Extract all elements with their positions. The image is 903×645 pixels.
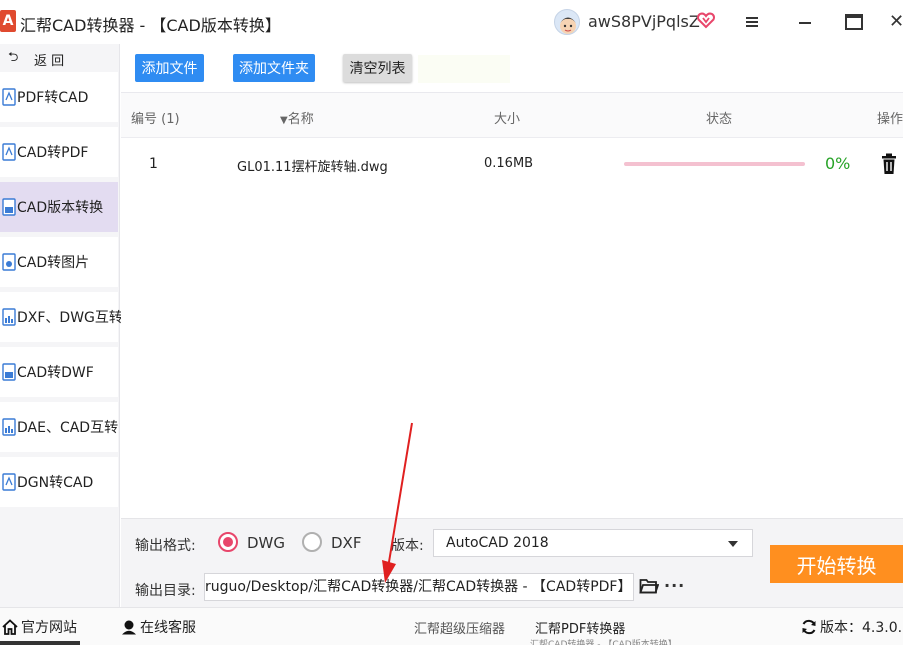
title-bar: A 汇帮CAD转换器 - 【CAD版本转换】 awS8PVjPqlsZ ✕ bbox=[0, 0, 903, 44]
official-site-label: 官方网站 bbox=[21, 620, 77, 636]
back-button[interactable]: ⮌ 返 回 bbox=[8, 48, 64, 70]
output-dir-label: 输出目录: bbox=[135, 583, 196, 599]
output-dir-field[interactable]: ruguo/Desktop/汇帮CAD转换器/汇帮CAD转换器 - 【CAD转P… bbox=[204, 573, 634, 601]
maximize-icon[interactable] bbox=[842, 10, 866, 34]
ghost-window-title: 汇帮CAD转换器 - 【CAD版本转换】 bbox=[530, 640, 677, 645]
sidebar-item-dae-cad[interactable]: DAE、CAD互转 bbox=[0, 402, 118, 452]
version-select-value: AutoCAD 2018 bbox=[446, 535, 549, 551]
cad-to-image-icon bbox=[2, 253, 16, 271]
app-logo: A bbox=[0, 10, 16, 32]
dxf-dwg-icon bbox=[2, 308, 16, 326]
output-format-label: 输出格式: bbox=[135, 538, 196, 554]
ghost-overlay bbox=[418, 55, 510, 83]
dae-cad-icon bbox=[2, 418, 16, 436]
format-option-dwg[interactable]: DWG bbox=[247, 534, 285, 552]
folder-icon[interactable] bbox=[639, 577, 659, 595]
output-dir-value: ruguo/Desktop/汇帮CAD转换器/汇帮CAD转换器 - 【CAD转P… bbox=[205, 579, 632, 595]
footer: 官方网站 在线客服 汇帮超级压缩器 汇帮PDF转换器 版本：4.3.0.0 bbox=[0, 607, 903, 645]
column-header-name[interactable]: ▼名称 bbox=[280, 108, 314, 127]
more-options-icon[interactable]: ··· bbox=[664, 576, 685, 595]
window-title: 汇帮CAD转换器 - 【CAD版本转换】 bbox=[20, 16, 281, 35]
sidebar-item-label: CAD转PDF bbox=[17, 145, 89, 161]
sort-down-icon: ▼ bbox=[280, 115, 288, 126]
version-info[interactable]: 版本：4.3.0.0 bbox=[801, 617, 903, 637]
sidebar-item-label: DXF、DWG互转 bbox=[17, 310, 123, 326]
add-folder-button[interactable]: 添加文件夹 bbox=[233, 54, 315, 82]
sidebar-item-pdf-to-cad[interactable]: PDF转CAD bbox=[0, 72, 118, 122]
sidebar-item-label: DAE、CAD互转 bbox=[17, 420, 119, 436]
sidebar-item-dgn-to-cad[interactable]: DGN转CAD bbox=[0, 457, 118, 507]
user-avatar[interactable] bbox=[554, 9, 580, 35]
version-label-footer: 版本：4.3.0.0 bbox=[820, 620, 903, 636]
taskbar-indicator bbox=[0, 641, 80, 645]
column-header-status[interactable]: 状态 bbox=[706, 108, 732, 127]
delete-icon[interactable] bbox=[879, 153, 899, 175]
add-file-button[interactable]: 添加文件 bbox=[135, 54, 204, 82]
progress-bar bbox=[624, 162, 805, 166]
column-header-index[interactable]: 编号 (1) bbox=[131, 108, 180, 127]
sidebar-item-cad-to-pdf[interactable]: CAD转PDF bbox=[0, 127, 118, 177]
menu-icon[interactable] bbox=[740, 10, 764, 34]
format-radio-dxf[interactable] bbox=[302, 532, 322, 552]
sidebar-item-label: CAD版本转换 bbox=[17, 200, 104, 216]
cad-to-pdf-icon bbox=[2, 143, 16, 161]
column-header-size[interactable]: 大小 bbox=[494, 108, 520, 127]
sidebar-item-cad-version[interactable]: CAD版本转换 bbox=[0, 182, 118, 232]
row-file-name: GL01.11摆杆旋转轴.dwg bbox=[237, 160, 388, 175]
pdf-to-cad-icon bbox=[2, 88, 16, 106]
row-index: 1 bbox=[149, 156, 158, 172]
close-icon[interactable]: ✕ bbox=[889, 10, 903, 34]
row-file-size: 0.16MB bbox=[484, 156, 534, 171]
home-icon bbox=[2, 619, 18, 635]
online-support-link[interactable]: 在线客服 bbox=[121, 617, 196, 637]
column-header-action[interactable]: 操作 bbox=[877, 108, 903, 127]
format-radio-dwg[interactable] bbox=[218, 532, 238, 552]
progress-percent: 0% bbox=[825, 154, 851, 173]
start-convert-button[interactable]: 开始转换 bbox=[770, 545, 903, 583]
sidebar-item-label: CAD转图片 bbox=[17, 255, 90, 271]
cad-to-dwf-icon bbox=[2, 363, 16, 381]
cad-version-icon bbox=[2, 198, 16, 216]
official-site-link[interactable]: 官方网站 bbox=[2, 617, 77, 637]
vip-heart-icon[interactable] bbox=[696, 10, 716, 30]
minimize-icon[interactable] bbox=[793, 10, 817, 34]
sidebar-item-label: DGN转CAD bbox=[17, 475, 94, 491]
version-label: 版本: bbox=[391, 538, 424, 554]
clear-list-button[interactable]: 清空列表 bbox=[343, 54, 412, 82]
sidebar-item-cad-to-dwf[interactable]: CAD转DWF bbox=[0, 347, 118, 397]
support-icon bbox=[122, 620, 136, 635]
compressor-link[interactable]: 汇帮超级压缩器 bbox=[414, 618, 505, 637]
column-header-name-label: 名称 bbox=[287, 112, 314, 127]
sidebar-item-dxf-dwg[interactable]: DXF、DWG互转 bbox=[0, 292, 123, 342]
dgn-to-cad-icon bbox=[2, 473, 16, 491]
refresh-icon bbox=[802, 619, 816, 635]
back-label: 返 回 bbox=[34, 53, 65, 69]
format-option-dxf[interactable]: DXF bbox=[331, 534, 361, 552]
pdf-converter-link[interactable]: 汇帮PDF转换器 bbox=[535, 618, 625, 637]
table-row[interactable]: 1 GL01.11摆杆旋转轴.dwg 0.16MB 0% bbox=[121, 139, 903, 189]
username[interactable]: awS8PVjPqlsZ bbox=[588, 12, 700, 31]
chevron-down-icon bbox=[728, 541, 738, 547]
sidebar-item-label: PDF转CAD bbox=[17, 90, 89, 106]
table-header: 编号 (1) ▼名称 大小 状态 操作 bbox=[121, 93, 903, 138]
back-arrow-icon: ⮌ bbox=[8, 50, 19, 65]
sidebar-item-label: CAD转DWF bbox=[17, 365, 94, 381]
online-support-label: 在线客服 bbox=[140, 620, 196, 636]
version-select[interactable]: AutoCAD 2018 bbox=[433, 529, 753, 557]
sidebar-item-cad-to-image[interactable]: CAD转图片 bbox=[0, 237, 118, 287]
